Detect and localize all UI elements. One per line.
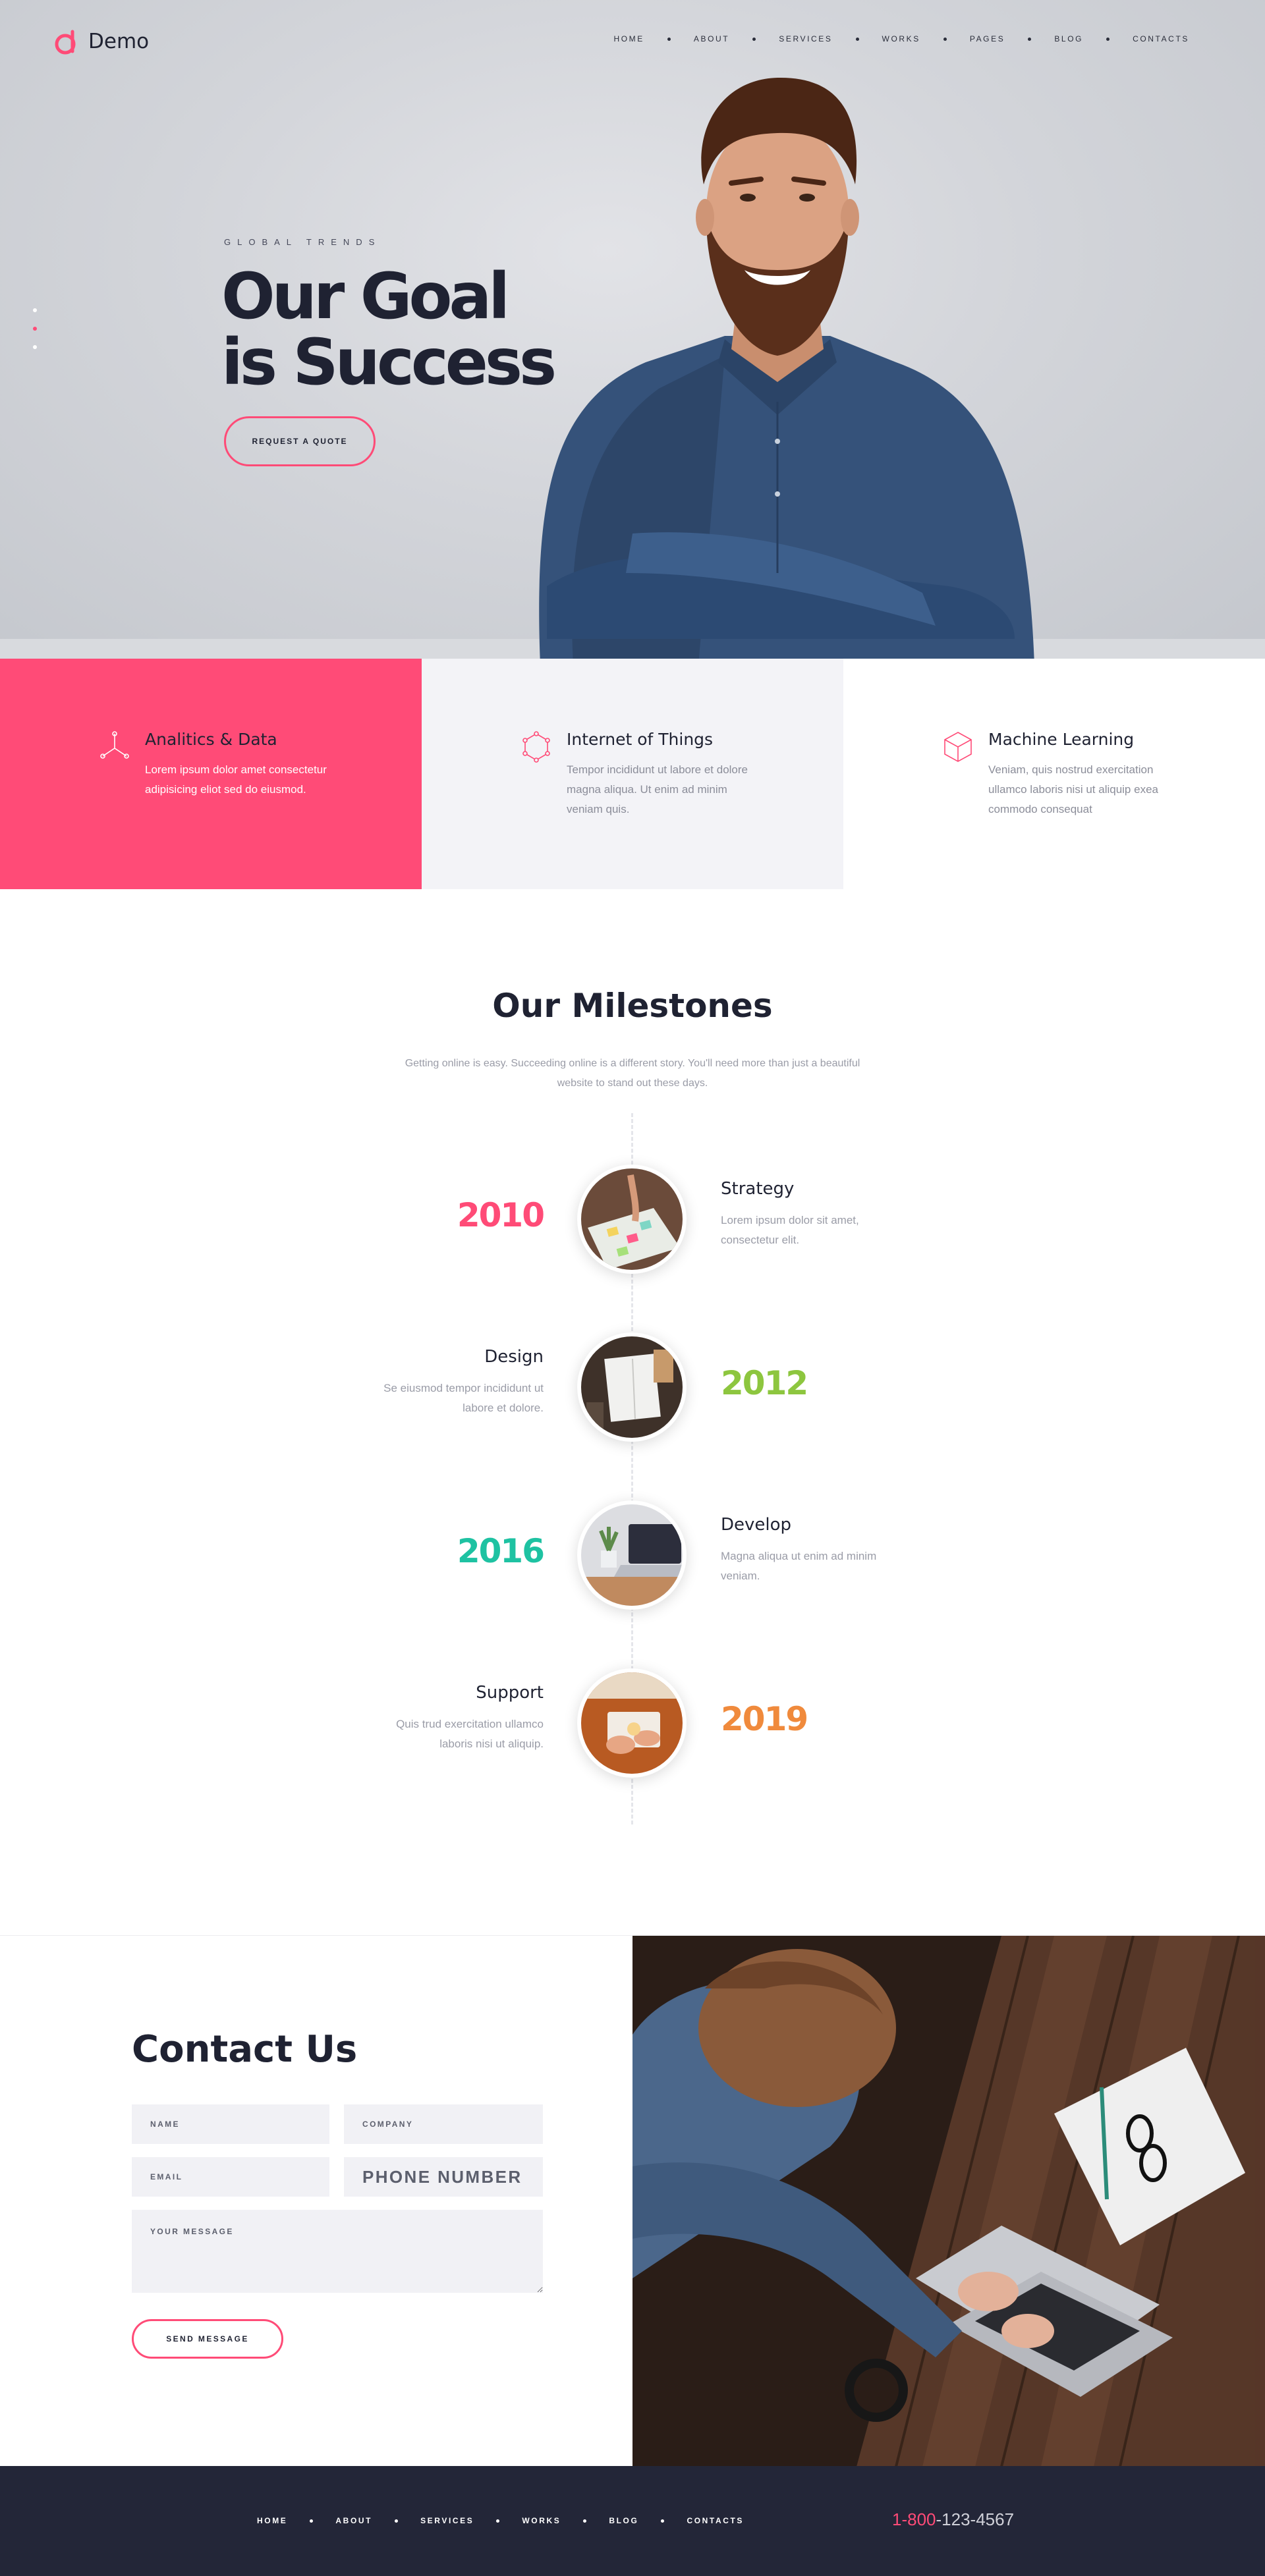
footer-nav-separator [496, 2519, 500, 2523]
nav-separator [1028, 37, 1032, 41]
hero-eyebrow: GLOBAL TRENDS [224, 237, 381, 247]
email-field[interactable] [132, 2157, 329, 2197]
send-message-button[interactable]: SEND MESSAGE [132, 2319, 283, 2359]
milestones-subtitle: Getting online is easy. Succeeding onlin… [405, 1058, 860, 1089]
develop-photo [581, 1504, 683, 1606]
hero-title-line-2: is Success [221, 325, 557, 399]
hero-section: Demo HOME ABOUT SERVICES WORKS PAGES BLO… [0, 0, 1265, 659]
milestone-image [577, 1165, 687, 1274]
milestone-desc: Lorem ipsum dolor sit amet, consectetur … [721, 1214, 859, 1246]
logo-icon [55, 30, 76, 55]
milestones-title: Our Milestones [492, 987, 773, 1025]
nav-separator [855, 37, 859, 41]
milestone-year: 2019 [721, 1700, 808, 1738]
footer-nav-separator [395, 2519, 399, 2523]
feature-title: Internet of Things [567, 730, 714, 749]
feature-analytics: Analitics & Data Lorem ipsum dolor amet … [0, 659, 422, 889]
milestone-desc: Magna aliqua ut enim ad minim veniam. [721, 1550, 877, 1582]
milestone-year: 2016 [457, 1532, 545, 1570]
request-quote-button[interactable]: REQUEST A QUOTE [224, 416, 376, 466]
message-field[interactable] [132, 2210, 543, 2293]
milestone-name: Support [476, 1683, 544, 1703]
nav-about[interactable]: ABOUT [694, 34, 729, 43]
strategy-photo [581, 1168, 683, 1270]
milestone-item: 2010 Strategy Lorem ipsum dolor sit amet… [0, 1165, 1265, 1283]
footer-nav: HOME ABOUT SERVICES WORKS BLOG CONTACTS [257, 2516, 744, 2525]
footer-phone[interactable]: 1-800-123-4567 [892, 2509, 1014, 2530]
milestone-name: Strategy [721, 1179, 795, 1199]
nav-separator [752, 37, 756, 41]
logo-text: Demo [88, 30, 150, 53]
milestone-desc: Se eiusmod tempor incididunt ut labore e… [383, 1382, 544, 1414]
hexagon-network-icon [522, 731, 550, 763]
cube-icon [944, 732, 972, 762]
milestone-name: Develop [721, 1515, 792, 1535]
feature-ml: Machine Learning Veniam, quis nostrud ex… [843, 659, 1265, 889]
footer-nav-separator [583, 2519, 587, 2523]
milestone-name: Design [484, 1347, 544, 1367]
milestone-image [577, 1500, 687, 1610]
nav-separator [667, 37, 671, 41]
nav-contacts[interactable]: CONTACTS [1133, 34, 1189, 43]
nav-home[interactable]: HOME [613, 34, 644, 43]
contact-section: Contact Us SEND MESSAGE [0, 1935, 1265, 2467]
phone-number: -123-4567 [936, 2509, 1015, 2529]
footer-nav-home[interactable]: HOME [257, 2516, 287, 2525]
contact-title: Contact Us [132, 2028, 358, 2071]
design-photo [581, 1336, 683, 1438]
feature-title: Machine Learning [988, 730, 1135, 749]
nav-pages[interactable]: PAGES [970, 34, 1005, 43]
feature-iot: Internet of Things Tempor incididunt ut … [422, 659, 843, 889]
milestone-item: Support Quis trud exercitation ullamco l… [0, 1668, 1265, 1787]
nav-services[interactable]: SERVICES [779, 34, 832, 43]
feature-text: Tempor incididunt ut labore et dolore ma… [567, 763, 748, 815]
milestone-year: 2010 [457, 1196, 545, 1234]
slider-pagination [33, 308, 37, 349]
contact-form-panel: Contact Us SEND MESSAGE [0, 1936, 632, 2467]
site-footer: HOME ABOUT SERVICES WORKS BLOG CONTACTS … [0, 2466, 1265, 2576]
nav-separator [1106, 37, 1110, 41]
main-nav: HOME ABOUT SERVICES WORKS PAGES BLOG CON… [613, 34, 1189, 43]
nav-blog[interactable]: BLOG [1054, 34, 1083, 43]
feature-title: Analitics & Data [145, 730, 277, 749]
hero-title: Our Goal is Success [221, 260, 557, 399]
milestone-desc: Quis trud exercitation ullamco laboris n… [396, 1718, 544, 1750]
name-field[interactable] [132, 2104, 329, 2144]
milestone-item: Design Se eiusmod tempor incididunt ut l… [0, 1332, 1265, 1451]
feature-text: Veniam, quis nostrud exercitation ullamc… [988, 763, 1158, 815]
footer-nav-separator [310, 2519, 314, 2523]
phone-prefix: 1-800 [892, 2509, 936, 2529]
company-field[interactable] [344, 2104, 543, 2144]
nav-separator [943, 37, 947, 41]
analytics-icon [100, 731, 129, 759]
milestone-year: 2012 [721, 1364, 808, 1402]
milestones-section: Our Milestones Getting online is easy. S… [0, 889, 1265, 1935]
nav-works[interactable]: WORKS [882, 34, 920, 43]
phone-field[interactable] [344, 2157, 543, 2197]
hero-title-line-1: Our Goal [221, 260, 510, 333]
logo[interactable]: Demo [53, 28, 149, 55]
feature-text: Lorem ipsum dolor amet consectetur adipi… [145, 763, 327, 796]
footer-nav-about[interactable]: ABOUT [335, 2516, 372, 2525]
slider-dot-2[interactable] [33, 327, 37, 331]
milestone-image [577, 1332, 687, 1442]
footer-nav-separator [661, 2519, 665, 2523]
milestone-item: 2016 Develop Magna aliqua ut enim ad min… [0, 1500, 1265, 1619]
site-header: Demo HOME ABOUT SERVICES WORKS PAGES BLO… [0, 0, 1265, 82]
milestone-image [577, 1668, 687, 1778]
contact-photo-panel [632, 1936, 1265, 2467]
slider-dot-1[interactable] [33, 308, 37, 312]
features-section: Analitics & Data Lorem ipsum dolor amet … [0, 659, 1265, 889]
footer-nav-works[interactable]: WORKS [522, 2516, 561, 2525]
hero-person-photo [539, 77, 1034, 659]
footer-nav-blog[interactable]: BLOG [609, 2516, 638, 2525]
support-photo [581, 1672, 683, 1774]
footer-nav-contacts[interactable]: CONTACTS [687, 2516, 744, 2525]
slider-dot-3[interactable] [33, 345, 37, 349]
working-man-photo [632, 1936, 1265, 2467]
footer-nav-services[interactable]: SERVICES [420, 2516, 474, 2525]
